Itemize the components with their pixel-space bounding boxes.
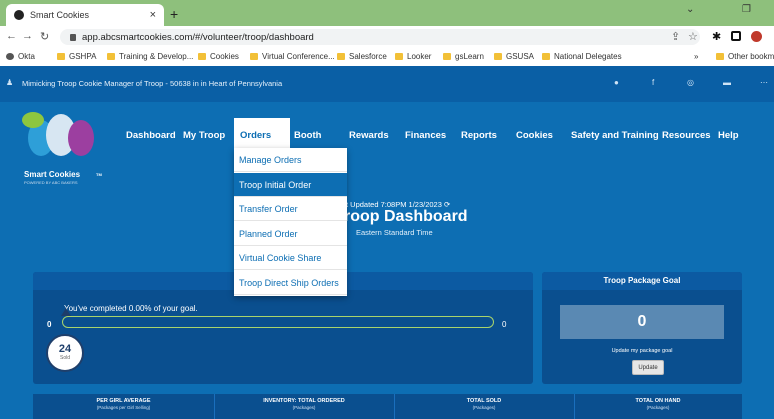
folder-icon — [542, 53, 550, 60]
bookmarks-more-button[interactable]: » — [694, 52, 698, 61]
url-field[interactable]: app.abcsmartcookies.com/#/volunteer/troo… — [60, 29, 700, 45]
page-title: roop Dashboard — [344, 208, 468, 225]
reload-icon[interactable]: ↻ — [40, 30, 49, 43]
side-panel-icon[interactable] — [731, 31, 741, 41]
folder-icon — [57, 53, 65, 60]
youtube-icon[interactable]: ▬ — [723, 78, 731, 87]
bookmark-looker[interactable]: Looker — [395, 52, 431, 61]
instagram-icon[interactable]: ◎ — [687, 78, 694, 87]
menu-item-manage-orders[interactable]: Manage Orders — [234, 148, 347, 172]
orders-dropdown-menu: Manage Orders Troop Initial Order Transf… — [234, 148, 347, 296]
help-icon[interactable]: ● — [614, 78, 619, 87]
nav-resources[interactable]: Resources — [662, 130, 711, 141]
bookmark-star-icon[interactable]: ☆ — [688, 30, 698, 43]
folder-icon — [395, 53, 403, 60]
stat-total-on-hand: TOTAL ON HAND (Packages) — [635, 398, 681, 410]
goal-progress-bar — [62, 316, 494, 328]
bookmark-national-delegates[interactable]: National Delegates — [542, 52, 622, 61]
folder-icon — [198, 53, 206, 60]
bookmark-gshpa[interactable]: GSHPA — [57, 52, 96, 61]
extensions-icon[interactable]: ✱ — [712, 30, 721, 43]
goal-panel-subtitle: Update my package goal — [611, 348, 673, 354]
site-favicon-icon — [14, 10, 24, 20]
bookmark-gsusa[interactable]: GSUSA — [494, 52, 534, 61]
nav-dashboard[interactable]: Dashboard — [126, 130, 176, 141]
back-arrow-icon[interactable]: ← — [6, 30, 17, 42]
bookmark-training[interactable]: Training & Develop... — [107, 52, 193, 61]
menu-item-transfer-order[interactable]: Transfer Order — [234, 197, 347, 222]
folder-icon — [494, 53, 502, 60]
folder-icon — [716, 53, 724, 60]
lock-icon — [70, 33, 76, 41]
sold-count: 24 — [58, 343, 72, 355]
user-icon: ♟ — [6, 78, 14, 87]
menu-item-planned-order[interactable]: Planned Order — [234, 222, 347, 246]
nav-rewards[interactable]: Rewards — [349, 130, 389, 141]
url-text: app.abcsmartcookies.com/#/volunteer/troo… — [82, 31, 314, 43]
browser-tab-strip: Smart Cookies × + ⌄ ❐ — [0, 0, 774, 26]
bookmark-gslearn[interactable]: gsLearn — [443, 52, 484, 61]
nav-my-troop[interactable]: My Troop — [183, 130, 225, 141]
folder-icon — [250, 53, 258, 60]
stat-inventory-total-ordered: INVENTORY: TOTAL ORDERED (Packages) — [263, 398, 345, 410]
nav-orders[interactable]: Orders — [240, 130, 271, 141]
bookmark-virtual-conference[interactable]: Virtual Conference... — [250, 52, 335, 61]
bookmark-salesforce[interactable]: Salesforce — [337, 52, 387, 61]
folder-icon — [443, 53, 451, 60]
mimic-banner-text: Mimicking Troop Cookie Manager of Troop … — [22, 79, 283, 88]
folder-icon — [107, 53, 115, 60]
tab-title: Smart Cookies — [30, 10, 90, 20]
nav-help[interactable]: Help — [718, 130, 739, 141]
update-goal-button[interactable]: Update — [632, 360, 664, 375]
goal-value: 0 — [560, 305, 724, 339]
bookmarks-bar: Okta GSHPA Training & Develop... Cookies… — [0, 48, 774, 67]
nav-cookies[interactable]: Cookies — [516, 130, 553, 141]
sold-label: Sold — [59, 355, 70, 361]
nav-finances[interactable]: Finances — [405, 130, 446, 141]
menu-item-virtual-cookie-share[interactable]: Virtual Cookie Share — [234, 246, 347, 271]
goal-panel-title: Troop Package Goal — [542, 272, 742, 290]
nav-safety-and-training[interactable]: Safety and Training — [571, 130, 659, 141]
smart-cookies-logo[interactable]: Smart Cookies TM POWERED BY ABC BAKERS — [20, 110, 110, 186]
okta-icon — [6, 53, 14, 60]
logo-subtitle: POWERED BY ABC BAKERS — [24, 180, 78, 185]
sold-count-badge: 24 Sold — [46, 334, 84, 372]
site-header: Smart Cookies TM POWERED BY ABC BAKERS D… — [0, 102, 774, 194]
stat-per-girl-average: PER GIRL AVERAGE (Packages per Girl Selli… — [96, 398, 151, 410]
menu-item-troop-direct-ship-orders[interactable]: Troop Direct Ship Orders — [234, 271, 347, 295]
menu-item-troop-initial-order[interactable]: Troop Initial Order — [234, 172, 347, 197]
browser-tab[interactable]: Smart Cookies × — [6, 4, 164, 26]
bookmark-other[interactable]: Other bookma — [716, 52, 774, 61]
logo-shape — [22, 112, 44, 128]
logo-shape — [68, 120, 94, 156]
goal-progress-text: You've completed 0.00% of your goal. — [64, 304, 198, 313]
window-restore-icon[interactable]: ❐ — [742, 4, 751, 15]
logo-wordmark: Smart Cookies — [24, 170, 81, 179]
more-options-icon[interactable]: ⋯ — [760, 78, 768, 87]
bookmark-okta[interactable]: Okta — [6, 52, 35, 61]
logo-trademark: TM — [96, 172, 102, 177]
share-icon[interactable]: ⇪ — [671, 30, 680, 43]
nav-booth[interactable]: Booth — [294, 130, 321, 141]
timezone-text: Eastern Standard Time — [356, 228, 433, 237]
tab-close-icon[interactable]: × — [150, 9, 156, 21]
nav-reports[interactable]: Reports — [461, 130, 497, 141]
bookmark-cookies[interactable]: Cookies — [198, 52, 239, 61]
address-bar: ← → ↻ app.abcsmartcookies.com/#/voluntee… — [0, 26, 774, 49]
mimic-banner: ♟ Mimicking Troop Cookie Manager of Troo… — [0, 66, 774, 102]
forward-arrow-icon[interactable]: → — [22, 30, 33, 42]
progress-marker-icon — [61, 308, 71, 316]
progress-start-label: 0 — [47, 320, 52, 329]
stat-total-sold: TOTAL SOLD (Packages) — [466, 398, 502, 410]
facebook-icon[interactable]: f — [652, 78, 654, 87]
troop-package-goal-panel: Troop Package Goal 0 Update my package g… — [542, 272, 742, 384]
profile-avatar[interactable] — [751, 31, 762, 42]
new-tab-button[interactable]: + — [170, 6, 178, 22]
tab-search-chevron-icon[interactable]: ⌄ — [686, 4, 694, 15]
folder-icon — [337, 53, 345, 60]
progress-end-label: 0 — [502, 320, 507, 329]
